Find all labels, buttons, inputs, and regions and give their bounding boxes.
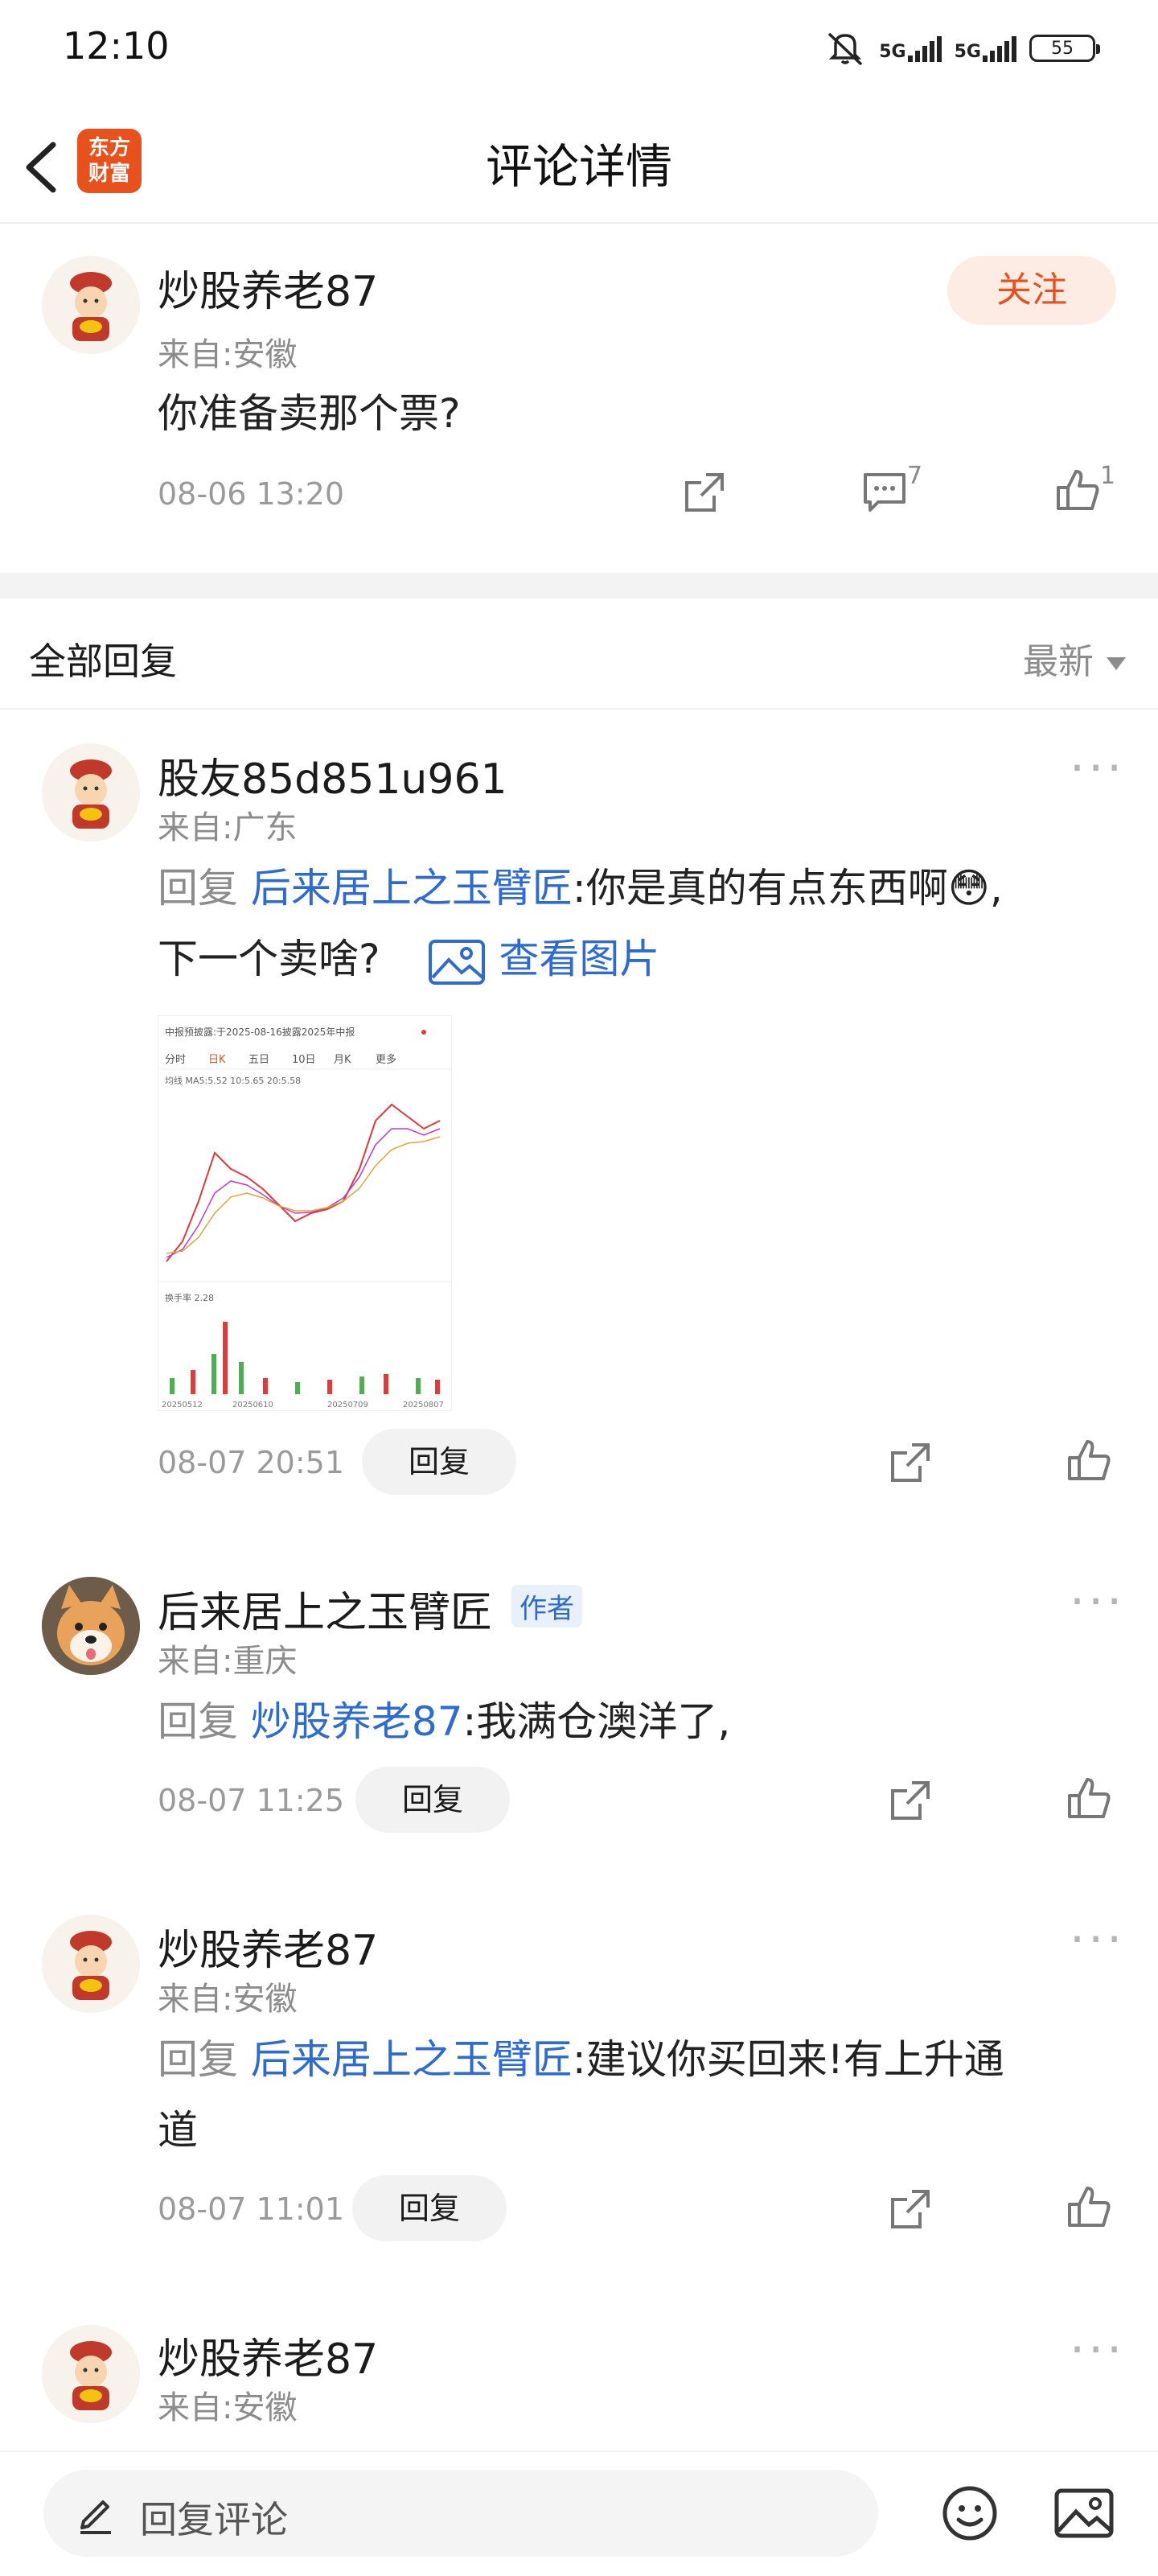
reply-input-placeholder: 回复评论 (140, 2498, 288, 2541)
caret-down-icon (1107, 657, 1126, 670)
share-icon[interactable] (682, 470, 727, 515)
header-divider (0, 708, 1158, 710)
thumb-title: 中报预披露:于2025-08-16披露2025年中报 (165, 1026, 355, 1038)
app-header: 东方 财富 评论详情 (0, 113, 1158, 224)
like-icon[interactable] (1053, 467, 1102, 515)
reply-text: 回复 炒股养老87:我满仓澳洋了, (158, 1686, 730, 1757)
thumb-date: 20250512 (162, 1401, 203, 1409)
page-title: 评论详情 (485, 139, 672, 194)
thumb-tab: 10日 (292, 1054, 316, 1066)
status-icons: 5G 5G 55 (824, 31, 1100, 66)
section-divider (0, 573, 1158, 599)
comment-count: 7 (907, 462, 923, 490)
replies-section-title: 全部回复 (29, 640, 177, 683)
more-options-icon[interactable]: ··· (1070, 744, 1125, 792)
reply-button[interactable]: 回复 (352, 2175, 507, 2241)
signal-2-label: 5G (954, 42, 981, 62)
dog-avatar-icon (42, 1577, 140, 1675)
battery-icon: 55 (1029, 35, 1100, 62)
emoji-icon[interactable] (941, 2484, 999, 2542)
mascot-avatar-icon (42, 256, 140, 354)
mascot-avatar-icon (42, 2325, 140, 2423)
share-icon[interactable] (888, 1778, 933, 1823)
author-badge: 作者 (511, 1585, 582, 1627)
reply-target-link[interactable]: 后来居上之玉臂匠 (251, 865, 573, 911)
reply-author-location: 来自:重庆 (158, 1643, 298, 1680)
image-icon[interactable] (428, 939, 486, 986)
view-image-link[interactable]: 查看图片 (499, 936, 659, 982)
thumb-date: 20250610 (232, 1401, 273, 1409)
reply-author-location: 来自:广东 (158, 809, 298, 846)
sort-label: 最新 (1023, 641, 1094, 682)
thumb-ma: 均线 MA5:5.52 10:5.65 20:5.58 (165, 1075, 301, 1086)
post-time: 08-06 13:20 (158, 476, 345, 512)
post-text: 你准备卖那个票? (158, 390, 461, 437)
thumb-tab: 月K (334, 1054, 351, 1066)
reply-body: :我满仓澳洋了, (462, 1698, 731, 1745)
thumb-date: 20250709 (327, 1401, 368, 1409)
reply-prefix: 回复 (158, 1698, 238, 1745)
thumb-tab: 更多 (376, 1053, 396, 1066)
avatar[interactable] (42, 1915, 140, 2013)
reply-time: 08-07 11:01 (158, 2191, 345, 2227)
mascot-avatar-icon (42, 743, 140, 842)
reply-time: 08-07 11:25 (158, 1783, 345, 1818)
status-time: 12:10 (63, 24, 170, 68)
reply-prefix: 回复 (158, 2036, 238, 2083)
more-options-icon[interactable]: ··· (1070, 1578, 1125, 1626)
reply-text-line2: 道 (158, 2107, 198, 2154)
reply-author-location: 来自:安徽 (158, 1981, 298, 2018)
thumb-date: 20250807 (403, 1401, 444, 1409)
comment-icon[interactable] (860, 470, 909, 515)
reply-body: :建议你买回来!有上升通 (572, 2036, 1004, 2083)
signal-1-icon: 5G (879, 35, 942, 62)
signal-1-label: 5G (879, 42, 906, 62)
stock-chart-image[interactable]: 中报预披露:于2025-08-16披露2025年中报 分时 日K 五日 10日 … (158, 1015, 452, 1411)
avatar[interactable] (42, 743, 140, 842)
mute-icon (824, 31, 866, 66)
like-count: 1 (1100, 462, 1116, 490)
post-author-name[interactable]: 炒股养老87 (158, 257, 378, 318)
post-author-location: 来自:安徽 (158, 336, 298, 373)
signal-2-icon: 5G (955, 35, 1016, 62)
share-icon[interactable] (888, 2187, 933, 2232)
reply-time: 08-07 20:51 (158, 1445, 345, 1480)
like-icon[interactable] (1065, 2183, 1113, 2232)
reply-comment-input[interactable]: 回复评论 (43, 2470, 878, 2557)
sort-dropdown[interactable]: 最新 (1023, 632, 1126, 684)
reply-author-name[interactable]: 股友85d851u961 (158, 745, 507, 805)
like-icon[interactable] (1065, 1437, 1113, 1485)
reply-button[interactable]: 回复 (362, 1429, 516, 1495)
more-options-icon[interactable]: ··· (1070, 1916, 1125, 1964)
reply-target-link[interactable]: 后来居上之玉臂匠 (251, 2036, 573, 2083)
avatar[interactable] (42, 256, 140, 354)
image-upload-icon[interactable] (1053, 2488, 1115, 2539)
reply-text: 回复 后来居上之玉臂匠:你是真的有点东西啊😳, (158, 853, 1003, 924)
mascot-avatar-icon (42, 1915, 140, 2013)
battery-level: 55 (1051, 38, 1074, 59)
avatar[interactable] (42, 1577, 140, 1675)
reply-target-link[interactable]: 炒股养老87 (251, 1698, 463, 1745)
bottom-reply-bar: 回复评论 (0, 2450, 1158, 2576)
thumb-turnover: 换手率 2.28 (165, 1292, 214, 1303)
reply-prefix: 回复 (158, 865, 238, 911)
avatar[interactable] (42, 2325, 140, 2423)
thumb-tab: 五日 (248, 1054, 269, 1066)
reply-author-name[interactable]: 后来居上之玉臂匠 (158, 1578, 492, 1639)
reply-author-name[interactable]: 炒股养老87 (158, 2325, 378, 2385)
reply-button[interactable]: 回复 (355, 1767, 510, 1833)
more-options-icon[interactable]: ··· (1070, 2326, 1125, 2374)
reply-text-line2: 下一个卖啥? 查看图片 (158, 924, 659, 994)
reply-text: 回复 后来居上之玉臂匠:建议你买回来!有上升通 (158, 2024, 1004, 2095)
thumb-tab: 分时 (165, 1054, 186, 1066)
like-icon[interactable] (1065, 1775, 1113, 1823)
thumb-tab: 日K (208, 1054, 226, 1066)
pencil-icon (76, 2491, 116, 2536)
reply-author-name[interactable]: 炒股养老87 (158, 1916, 378, 1977)
reply-author-location: 来自:安徽 (158, 2389, 298, 2426)
reply-body: :你是真的有点东西啊😳, (572, 865, 1003, 911)
reply-body-2: 下一个卖啥? (158, 936, 380, 982)
share-icon[interactable] (888, 1440, 933, 1485)
follow-button[interactable]: 关注 (947, 256, 1116, 325)
